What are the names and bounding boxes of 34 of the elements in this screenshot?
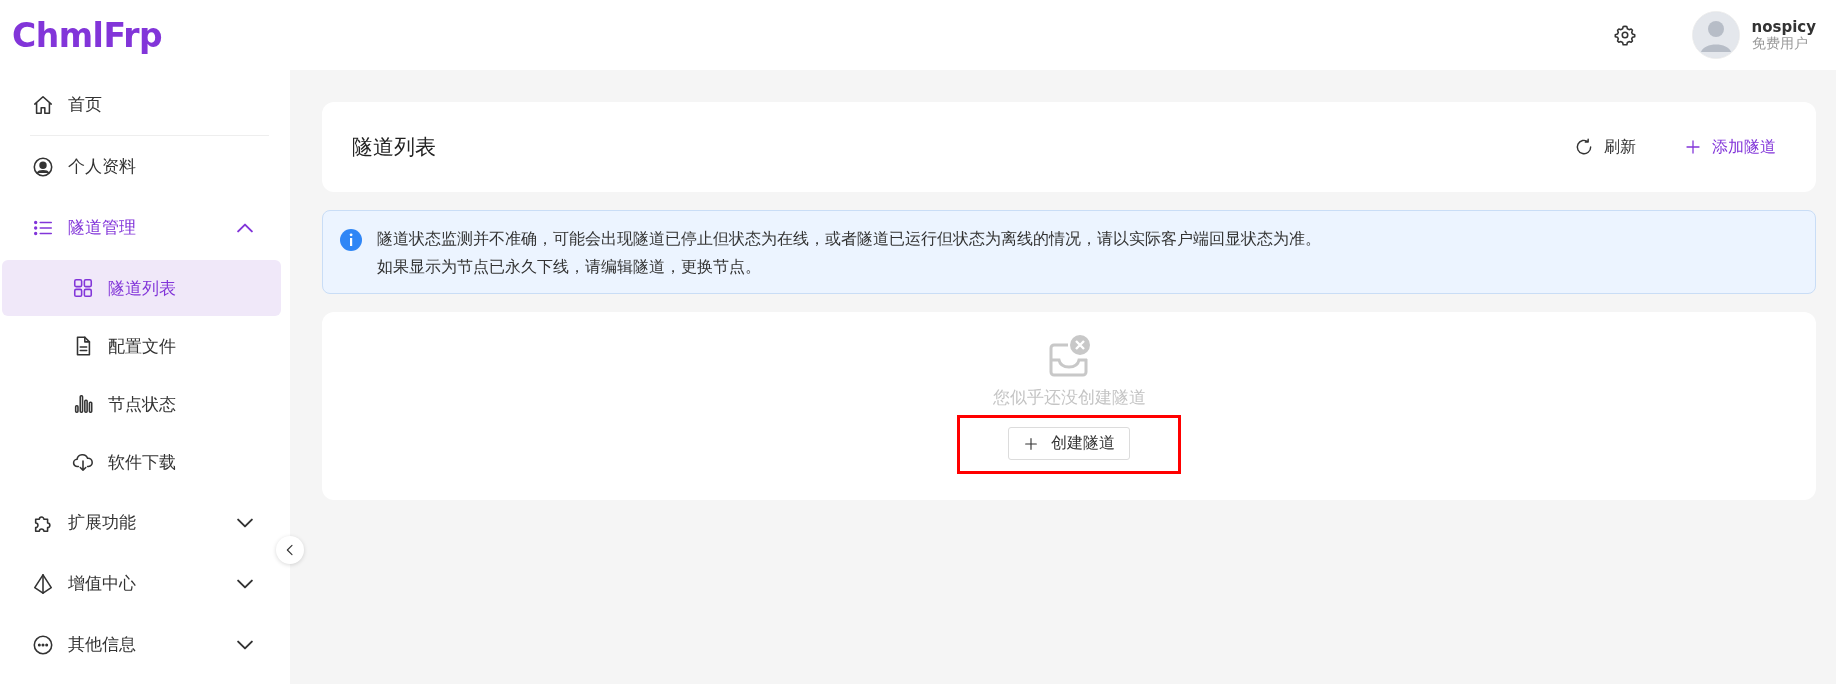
plus-icon bbox=[1684, 138, 1702, 156]
alert-text: 隧道状态监测并不准确，可能会出现隧道已停止但状态为在线，或者隧道已运行但状态为离线的情况，请以实际客户端回显状态为准。 bbox=[377, 229, 1322, 250]
collapse-button[interactable] bbox=[276, 536, 304, 564]
grid-icon bbox=[72, 277, 94, 299]
empty-message: 您似乎还没创建隧道 bbox=[992, 386, 1146, 409]
page-title: 隧道列表 bbox=[352, 134, 437, 161]
info-icon bbox=[339, 228, 363, 252]
cloud-download-icon bbox=[72, 451, 94, 473]
username: nospicy bbox=[1751, 19, 1816, 35]
create-tunnel-button[interactable]: 创建隧道 bbox=[1008, 427, 1130, 460]
refresh-button[interactable]: 刷新 bbox=[1574, 136, 1636, 158]
bar-chart-icon bbox=[72, 393, 94, 415]
empty-inbox-icon bbox=[1047, 334, 1091, 378]
nav-item[interactable]: 配置文件 bbox=[2, 318, 281, 374]
more-icon bbox=[32, 633, 54, 656]
nav-item[interactable]: 增值中心 bbox=[2, 553, 281, 614]
user-circle-icon bbox=[32, 155, 54, 178]
nav-item[interactable]: 软件下载 bbox=[2, 434, 281, 490]
settings-icon[interactable] bbox=[1613, 24, 1636, 46]
pyramid-icon bbox=[32, 572, 54, 595]
home-icon bbox=[32, 93, 54, 116]
nav-item[interactable]: 扩展功能 bbox=[2, 492, 281, 553]
nav-item[interactable]: 隧道管理 bbox=[2, 197, 281, 258]
nav-item[interactable]: 节点状态 bbox=[2, 376, 281, 432]
refresh-icon bbox=[1574, 137, 1594, 157]
nav-item[interactable]: 其他信息 bbox=[2, 614, 281, 675]
nav-item[interactable]: 个人资料 bbox=[2, 136, 281, 197]
plus-icon bbox=[1023, 435, 1039, 452]
logo[interactable]: ChmlFrp bbox=[12, 15, 163, 55]
nav-item[interactable]: 隧道列表 bbox=[2, 260, 281, 316]
nav-item[interactable]: 首页 bbox=[2, 74, 281, 135]
alert-text: 如果显示为节点已永久下线，请编辑隧道，更换节点。 bbox=[377, 257, 762, 278]
add-tunnel-button[interactable]: 添加隧道 bbox=[1684, 136, 1776, 158]
user-tier-label: 免费用户 bbox=[1751, 35, 1808, 51]
